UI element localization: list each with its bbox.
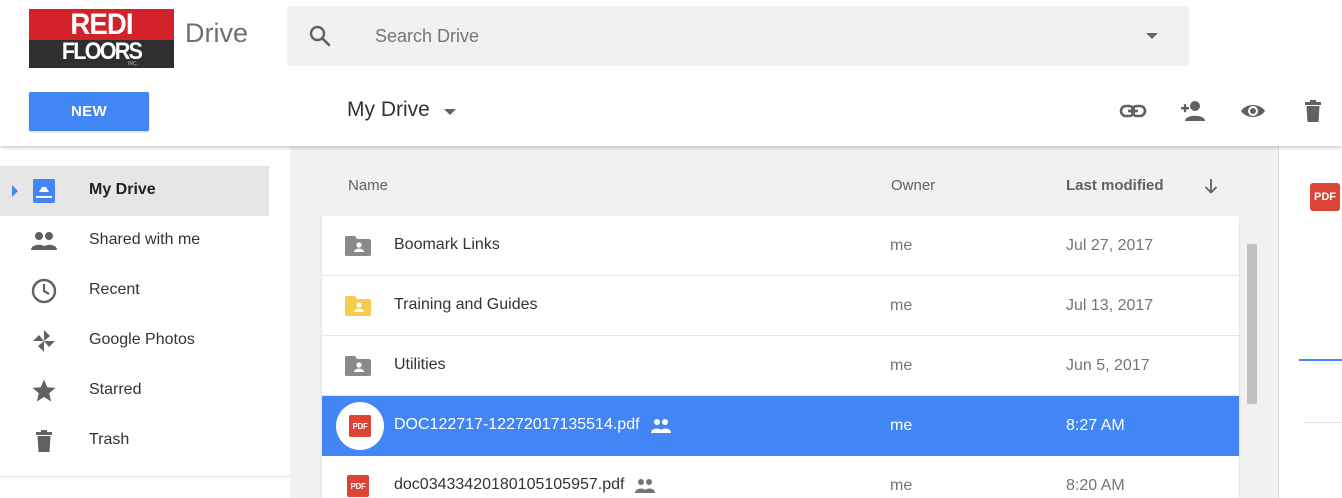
sidebar-item-recent[interactable]: Recent	[0, 266, 269, 316]
table-row[interactable]: PDF doc03433420180105105957.pdf me 8:20 …	[322, 456, 1239, 498]
trash-icon	[30, 428, 58, 454]
breadcrumb-my-drive[interactable]: My Drive	[347, 98, 430, 122]
file-name[interactable]: Boomark Links	[394, 236, 500, 254]
file-name[interactable]: DOC122717-12272017135514.pdf	[394, 416, 640, 434]
expand-arrow-icon[interactable]	[12, 185, 18, 197]
sidebar-item-my-drive[interactable]: My Drive	[0, 166, 269, 216]
file-owner: me	[890, 297, 913, 314]
add-person-icon[interactable]	[1178, 96, 1208, 126]
clock-icon	[30, 278, 58, 304]
sidebar: My Drive Shared with me Recent Google Ph…	[0, 146, 290, 498]
table-row[interactable]: Boomark Links me Jul 27, 2017	[322, 216, 1239, 276]
chevron-down-icon[interactable]	[444, 109, 456, 115]
file-name[interactable]: Training and Guides	[394, 296, 538, 314]
sidebar-item-label: Google Photos	[89, 331, 195, 348]
shared-folder-icon	[344, 234, 372, 258]
logo-text-inc: INC.	[128, 61, 138, 67]
sidebar-item-label: Shared with me	[89, 231, 201, 248]
details-tab-indicator	[1299, 359, 1342, 361]
pdf-badge: PDF	[349, 415, 371, 437]
file-last-modified: Jun 5, 2017	[1066, 357, 1150, 374]
file-name[interactable]: doc03433420180105105957.pdf	[394, 476, 624, 494]
eye-icon[interactable]	[1238, 96, 1268, 126]
pdf-badge: PDF	[347, 475, 369, 497]
redi-floors-logo[interactable]: REDI FLOORS INC.	[29, 9, 174, 68]
table-row[interactable]: Utilities me Jun 5, 2017	[322, 336, 1239, 396]
file-last-modified: 8:20 AM	[1066, 477, 1125, 494]
sidebar-item-google-photos[interactable]: Google Photos	[0, 316, 269, 366]
shared-people-icon	[651, 419, 671, 433]
search-options-dropdown-icon[interactable]	[1146, 33, 1158, 39]
sidebar-item-label: Recent	[89, 281, 140, 298]
sidebar-item-starred[interactable]: Starred	[0, 366, 269, 416]
sidebar-item-label: Starred	[89, 381, 142, 398]
search-input[interactable]	[375, 22, 1075, 50]
logo-text-redi: REDI	[70, 8, 133, 41]
file-owner: me	[890, 237, 913, 254]
scrollbar-thumb[interactable]	[1247, 244, 1257, 404]
sidebar-item-shared-with-me[interactable]: Shared with me	[0, 216, 269, 266]
logo-text-floors: FLOORS	[61, 38, 143, 65]
file-name[interactable]: Utilities	[394, 356, 446, 374]
shared-people-icon	[635, 479, 655, 493]
file-last-modified: Jul 13, 2017	[1066, 297, 1154, 314]
shared-folder-yellow-icon	[344, 294, 372, 318]
trash-icon[interactable]	[1298, 96, 1328, 126]
people-icon	[30, 228, 58, 254]
file-table: Boomark Links me Jul 27, 2017 Training a…	[322, 216, 1239, 498]
file-owner: me	[890, 477, 913, 494]
sort-descending-icon[interactable]	[1201, 176, 1221, 196]
file-list-area: Name Owner Last modified Boomark Links m…	[290, 146, 1278, 498]
sidebar-item-label: My Drive	[89, 181, 156, 198]
sidebar-item-trash[interactable]: Trash	[0, 416, 269, 466]
new-button[interactable]: NEW	[29, 92, 149, 131]
search-bar[interactable]	[287, 6, 1189, 66]
header: REDI FLOORS INC. Drive NEW My Drive	[0, 0, 1342, 146]
sidebar-item-label: Trash	[89, 431, 130, 448]
table-row[interactable]: Training and Guides me Jul 13, 2017	[322, 276, 1239, 336]
app-name: Drive	[185, 18, 249, 48]
file-last-modified: Jul 27, 2017	[1066, 237, 1154, 254]
file-last-modified: 8:27 AM	[1066, 417, 1125, 434]
pdf-file-icon: PDF	[1310, 183, 1340, 211]
drive-icon	[30, 178, 58, 204]
pdf-file-icon: PDF	[336, 402, 384, 450]
file-owner: me	[890, 417, 913, 434]
column-header-owner[interactable]: Owner	[891, 177, 935, 194]
shared-folder-icon	[344, 354, 372, 378]
details-divider	[1303, 422, 1342, 423]
star-icon	[30, 378, 58, 404]
table-row-selected[interactable]: PDF DOC122717-12272017135514.pdf me 8:27…	[322, 396, 1239, 456]
pdf-file-icon: PDF	[344, 474, 372, 498]
pinwheel-icon	[30, 328, 58, 354]
file-owner: me	[890, 357, 913, 374]
column-header-last-modified[interactable]: Last modified	[1066, 177, 1164, 194]
details-pane: PDF	[1278, 146, 1342, 498]
search-icon[interactable]	[308, 24, 332, 48]
column-header-name[interactable]: Name	[348, 177, 388, 194]
link-icon[interactable]	[1118, 96, 1148, 126]
sidebar-divider	[0, 476, 290, 477]
